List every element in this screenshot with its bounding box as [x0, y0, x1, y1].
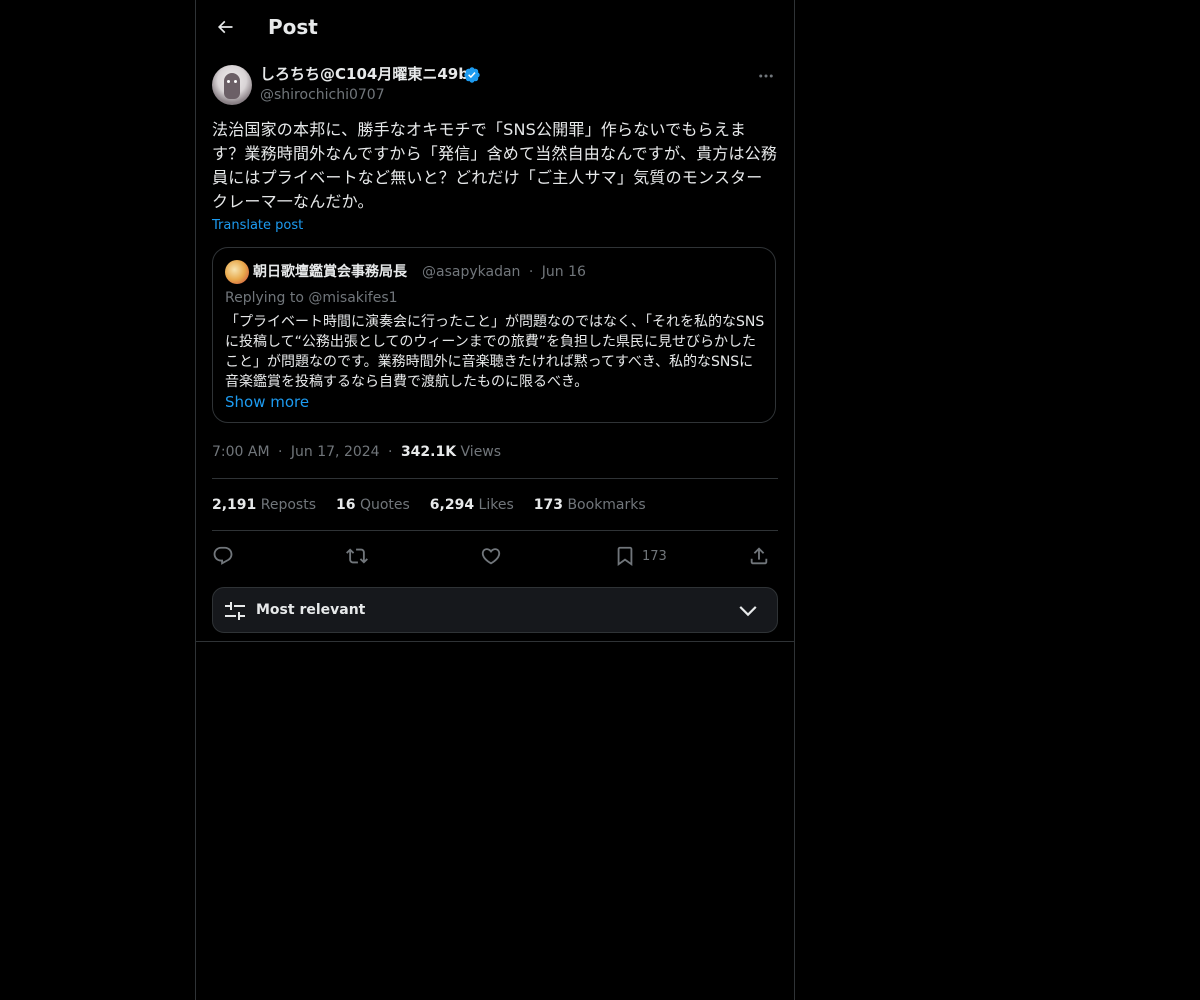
author-handle[interactable]: @shirochichi0707 — [260, 85, 385, 105]
post-author: しろちち@C104月曜東ニ49b @shirochichi0707 — [212, 64, 778, 106]
post-header: Post — [196, 0, 794, 54]
quoted-post[interactable]: 朝日歌壇鑑賞会事務局長 @asapykadan · Jun 16 Replyin… — [212, 247, 776, 423]
bookmarks-count: 173 — [533, 497, 563, 513]
share-button[interactable] — [748, 541, 770, 571]
sliders-icon — [225, 602, 245, 620]
quotes-count: 16 — [336, 497, 356, 513]
quoted-author-name: 朝日歌壇鑑賞会事務局長 — [253, 264, 407, 280]
chevron-down-icon — [739, 606, 757, 617]
more-dots-icon — [759, 74, 773, 78]
bookmarks-stat[interactable]: 173 Bookmarks — [534, 495, 646, 515]
post-date[interactable]: Jun 17, 2024 — [291, 444, 380, 460]
back-button[interactable] — [212, 14, 238, 40]
separator: · — [528, 264, 534, 280]
reposts-label: Reposts — [260, 497, 316, 513]
bookmark-count: 173 — [642, 548, 667, 564]
bookmarks-label: Bookmarks — [567, 497, 646, 513]
views-count: 342.1K — [400, 444, 457, 460]
post-column: Post しろちち@C104月曜東ニ49b @shirochichi0707 法… — [195, 0, 795, 1000]
separator: · — [278, 444, 283, 460]
replying-to: Replying to @misakifes1 — [225, 288, 398, 308]
likes-count: 6,294 — [429, 497, 475, 513]
divider — [212, 478, 778, 479]
sort-label: Most relevant — [256, 602, 366, 618]
bookmark-button[interactable]: 173 — [614, 541, 667, 571]
divider — [212, 530, 778, 531]
more-options-button[interactable] — [754, 66, 778, 86]
divider — [196, 641, 794, 642]
likes-label: Likes — [478, 497, 514, 513]
bookmark-icon — [617, 546, 633, 567]
quoted-post-date: Jun 16 — [541, 264, 586, 280]
reposts-stat[interactable]: 2,191 Reposts — [212, 495, 316, 515]
post-meta: 7:00 AM · Jun 17, 2024 · 342.1K Views — [212, 442, 501, 462]
quoted-post-text: 「プライベート時間に演奏会に行ったこと」が問題なのではなく、「それを私的なSNS… — [225, 314, 765, 390]
reply-icon — [213, 546, 233, 565]
show-more-link[interactable]: Show more — [225, 392, 309, 412]
back-arrow-icon — [217, 20, 233, 34]
replying-to-mention[interactable]: @misakifes1 — [308, 290, 397, 306]
quotes-stat[interactable]: 16 Quotes — [336, 495, 410, 515]
reposts-count: 2,191 — [212, 497, 257, 513]
verified-badge-icon[interactable] — [463, 66, 481, 84]
author-avatar[interactable] — [212, 65, 252, 105]
author-display-name[interactable]: しろちち@C104月曜東ニ49b — [260, 64, 469, 84]
reply-button[interactable] — [212, 541, 234, 571]
like-button[interactable] — [480, 541, 502, 571]
quoted-author-handle: @asapykadan — [422, 264, 521, 280]
replying-prefix: Replying to — [225, 290, 309, 306]
share-icon — [750, 547, 768, 565]
likes-stat[interactable]: 6,294 Likes — [430, 495, 514, 515]
page-title: Post — [268, 15, 318, 39]
translate-post-link[interactable]: Translate post — [212, 216, 303, 236]
post-time[interactable]: 7:00 AM — [212, 444, 270, 460]
repost-icon — [346, 548, 368, 564]
post-stats: 2,191 Reposts 16 Quotes 6,294 Likes 173 … — [212, 495, 646, 515]
quoted-author-avatar — [225, 260, 249, 284]
quoted-author-handle-date: @asapykadan · Jun 16 — [422, 262, 586, 282]
heart-icon — [481, 548, 501, 565]
repost-button[interactable] — [346, 541, 368, 571]
post-body-text: 法治国家の本邦に、勝手なオキモチで「SNS公開罪」作らないでもらえます？業務時間… — [212, 120, 778, 211]
replies-sort-dropdown[interactable]: Most relevant — [212, 587, 778, 633]
views-label: Views — [460, 444, 502, 460]
post-actions-bar: 173 — [212, 541, 778, 571]
quotes-label: Quotes — [359, 497, 410, 513]
separator: · — [388, 444, 393, 460]
